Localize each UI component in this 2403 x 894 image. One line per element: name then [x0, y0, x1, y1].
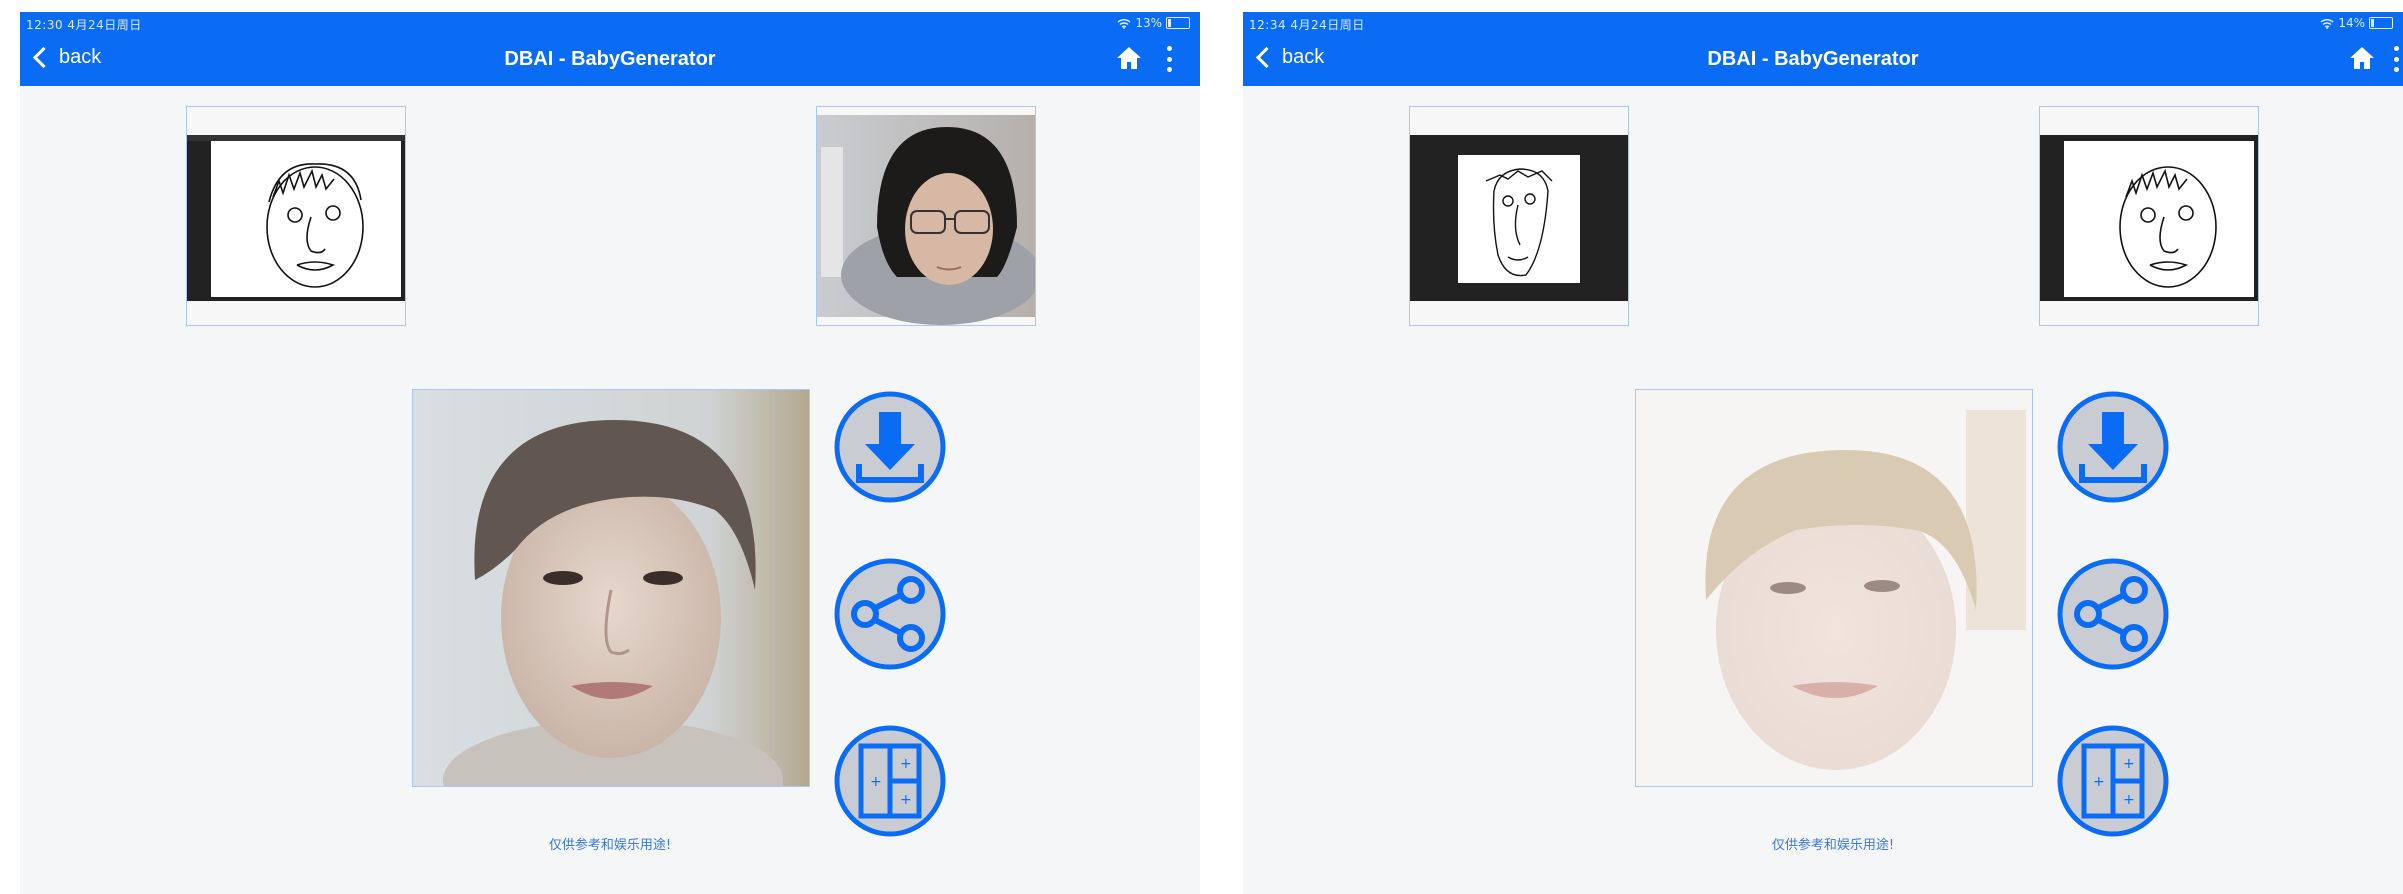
layout-button[interactable]: + + + [833, 724, 947, 838]
battery-icon [2369, 17, 2393, 29]
status-time: 12:34 4月24日周日 [1249, 18, 1365, 32]
svg-text:+: + [2093, 774, 2105, 790]
more-vertical-icon[interactable] [1164, 46, 1174, 72]
parent-photo-left[interactable] [1409, 106, 1629, 326]
page-title: DBAI - BabyGenerator [1707, 48, 1919, 70]
parent-photo-right[interactable] [2039, 106, 2259, 326]
battery-icon [1166, 17, 1190, 29]
generated-face-image [413, 390, 809, 786]
svg-text:+: + [900, 756, 912, 772]
status-indicators: 13% [1117, 16, 1190, 30]
app-screen-1: 12:30 4月24日周日 13% back DBAI - BabyGenera… [20, 12, 1200, 894]
wifi-icon [2320, 18, 2334, 29]
disclaimer-text: 仅供参考和娱乐用途! [1771, 838, 1895, 853]
status-time: 12:30 4月24日周日 [26, 18, 142, 32]
more-vertical-icon[interactable] [2391, 46, 2401, 72]
disclaimer-text: 仅供参考和娱乐用途! [548, 838, 672, 853]
download-button[interactable] [2056, 390, 2170, 504]
svg-text:+: + [900, 792, 912, 808]
wifi-icon [1117, 18, 1131, 29]
svg-text:+: + [2123, 792, 2135, 808]
share-button[interactable] [2056, 557, 2170, 671]
drawing-face-image [187, 135, 405, 301]
battery-percent: 13% [1135, 16, 1162, 30]
generated-face-image [1636, 390, 2032, 786]
share-button[interactable] [833, 557, 947, 671]
status-indicators: 14% [2320, 16, 2393, 30]
generated-baby-image[interactable] [412, 389, 810, 787]
drawing-face-image [1410, 135, 1628, 301]
home-icon[interactable] [2349, 46, 2375, 70]
svg-text:+: + [870, 774, 882, 790]
page-title: DBAI - BabyGenerator [504, 48, 716, 70]
person-photo-image [817, 115, 1035, 325]
home-icon[interactable] [1116, 46, 1142, 70]
navigation-bar: 12:30 4月24日周日 13% back DBAI - BabyGenera… [20, 12, 1200, 86]
battery-percent: 14% [2338, 16, 2365, 30]
parent-photo-right[interactable] [816, 106, 1036, 326]
drawing-face-image [2040, 135, 2258, 301]
navigation-bar: 12:34 4月24日周日 14% back DBAI - BabyGenera… [1243, 12, 2403, 86]
parent-photo-left[interactable] [186, 106, 406, 326]
app-screen-2: 12:34 4月24日周日 14% back DBAI - BabyGenera… [1243, 12, 2403, 894]
generated-baby-image[interactable] [1635, 389, 2033, 787]
download-button[interactable] [833, 390, 947, 504]
svg-text:+: + [2123, 756, 2135, 772]
layout-button[interactable]: + + + [2056, 724, 2170, 838]
